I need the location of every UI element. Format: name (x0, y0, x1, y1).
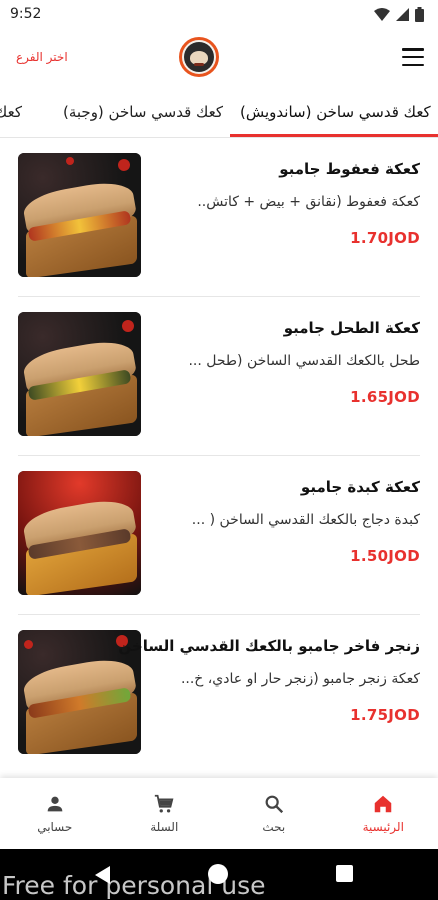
nav-cart-label: السلة (150, 820, 179, 834)
product-description: طحل بالكعك القدسي الساخن (طحل ... (188, 353, 420, 369)
tab-more[interactable]: كعك ا (0, 86, 22, 137)
product-price: 1.70JOD (350, 229, 420, 247)
status-icons (374, 6, 424, 22)
signal-icon (396, 7, 409, 21)
nav-account-label: حسابي (37, 820, 73, 834)
nav-home-label: الرئيسية (362, 820, 404, 834)
product-title: كعكة كبدة جامبو (300, 478, 420, 496)
wifi-icon (374, 7, 390, 21)
nav-account[interactable]: حسابي (0, 778, 110, 849)
search-icon (265, 795, 283, 814)
brand-logo (179, 37, 219, 77)
product-image (18, 471, 141, 595)
product-price: 1.75JOD (350, 706, 420, 724)
tab-meal[interactable]: كعك قدسي ساخن (وجبة) (63, 86, 223, 137)
product-card[interactable]: كعكة كبدة جامبو كبدة دجاج بالكعك القدسي … (0, 456, 438, 615)
product-card[interactable]: كعكة فعفوط جامبو كعكة فعفوط (نقانق + بيض… (0, 138, 438, 297)
status-bar: 9:52 (0, 0, 438, 28)
product-image (18, 312, 141, 436)
menu-button[interactable] (402, 48, 424, 66)
bottom-nav: حسابي السلة بحث الرئيسية (0, 778, 438, 849)
select-branch-link[interactable]: اختر الفرع (16, 50, 68, 64)
nav-search-label: بحث (262, 820, 286, 834)
product-list: كعكة فعفوط جامبو كعكة فعفوط (نقانق + بيض… (0, 138, 438, 778)
product-title: كعكة فعفوط جامبو (279, 160, 420, 178)
product-description: كبدة دجاج بالكعك القدسي الساخن ( ... (191, 512, 420, 528)
product-description: كعكة فعفوط (نقانق + بيض + كاتش.. (197, 194, 420, 210)
app-header: اختر الفرع (0, 28, 438, 86)
menu-icon (402, 48, 424, 51)
account-icon (47, 796, 63, 812)
nav-search[interactable]: بحث (219, 778, 329, 849)
recents-icon[interactable] (336, 865, 353, 882)
product-title: كعكة الطحل جامبو (283, 319, 420, 337)
nav-cart[interactable]: السلة (110, 778, 220, 849)
product-price: 1.65JOD (350, 388, 420, 406)
product-image (18, 153, 141, 277)
product-description: كعكة زنجر جامبو (زنجر حار او عادي، خ... (180, 671, 420, 687)
product-title: زنجر فاخر جامبو بالكعك القدسي الساخن (118, 637, 420, 655)
battery-icon (415, 6, 424, 22)
category-tabs: كعك قدسي ساخن (ساندويش) كعك قدسي ساخن (و… (0, 86, 438, 138)
watermark: Free for personal use (2, 871, 266, 900)
tab-sandwich[interactable]: كعك قدسي ساخن (ساندويش) (240, 86, 431, 137)
status-time: 9:52 (10, 6, 42, 22)
product-price: 1.50JOD (350, 547, 420, 565)
cart-icon (155, 794, 174, 813)
product-card[interactable]: زنجر فاخر جامبو بالكعك القدسي الساخن كعك… (0, 615, 438, 774)
home-icon (375, 795, 392, 813)
nav-home[interactable]: الرئيسية (329, 778, 438, 849)
system-nav-bar: Free for personal use (0, 849, 438, 900)
product-card[interactable]: كعكة الطحل جامبو طحل بالكعك القدسي الساخ… (0, 297, 438, 456)
active-tab-indicator (230, 134, 438, 137)
